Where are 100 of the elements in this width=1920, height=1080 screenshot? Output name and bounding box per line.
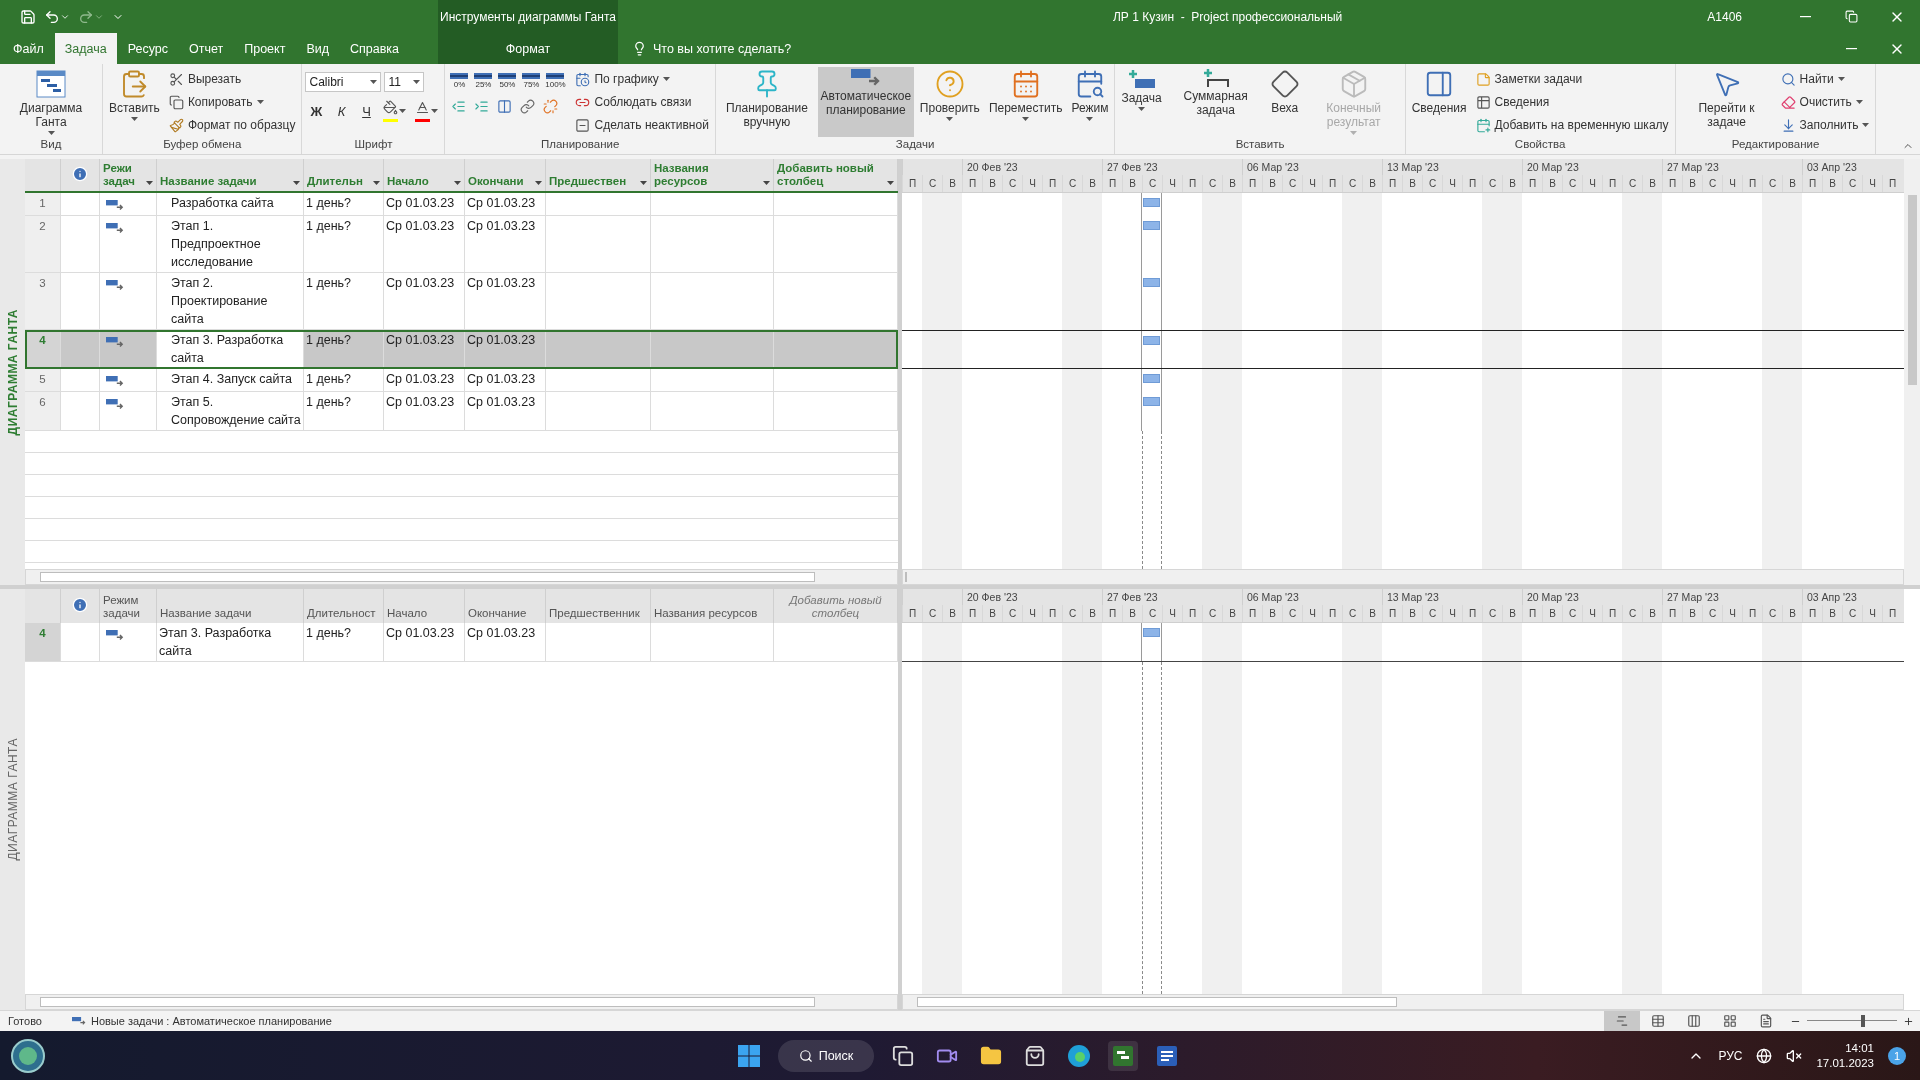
column-header[interactable]: Добавить новый столбец: [777, 162, 885, 188]
ribbon-button[interactable]: По графику: [572, 68, 712, 90]
column-header[interactable]: Окончани: [468, 175, 524, 188]
minimize-icon: [1845, 47, 1857, 50]
percent-complete-button[interactable]: 25%: [472, 72, 495, 89]
search-field[interactable]: Поиск: [778, 1039, 874, 1072]
day-label: С: [1142, 605, 1162, 622]
column-header[interactable]: Предшествен: [549, 175, 627, 188]
ribbon-button[interactable]: Сведения: [1472, 91, 1672, 113]
tell-me-field[interactable]: Что вы хотите сделать?: [632, 33, 1828, 64]
horizontal-scrollbar[interactable]: [902, 569, 1904, 585]
horizontal-scrollbar[interactable]: [902, 994, 1904, 1010]
language-indicator[interactable]: РУС: [1718, 1048, 1743, 1063]
font-field[interactable]: Calibri: [305, 72, 382, 92]
ribbon-button[interactable]: Заполнить: [1777, 114, 1873, 136]
column-header[interactable]: Начало: [387, 175, 429, 188]
schedule-mode[interactable]: Новые задачи : Автоматическое планирование: [71, 1015, 332, 1027]
ribbon-button[interactable]: Перейти к задаче: [1678, 67, 1775, 137]
day-label: Ч: [1862, 175, 1882, 192]
format-button[interactable]: Ж: [305, 100, 328, 122]
zoom-in-icon[interactable]: [1903, 1015, 1914, 1027]
day-label: С: [922, 605, 942, 622]
day-label: Ч: [1162, 605, 1182, 622]
clock[interactable]: 14:01 17.01.2023: [1816, 1040, 1874, 1071]
filter-arrow-icon[interactable]: [454, 181, 461, 185]
column-header[interactable]: Окончание: [468, 607, 527, 620]
filter-arrow-icon[interactable]: [887, 181, 894, 185]
vertical-scrollbar[interactable]: [1904, 159, 1920, 585]
ribbon-button[interactable]: Сделать неактивной: [572, 114, 712, 136]
ribbon-tab[interactable]: Проект: [234, 33, 296, 64]
volume-icon[interactable]: [1786, 1047, 1803, 1064]
ribbon-button[interactable]: Соблюдать связи: [572, 91, 712, 113]
percent-complete-button[interactable]: 100%: [544, 72, 567, 89]
ribbon-tab[interactable]: Справка: [340, 33, 410, 64]
column-header[interactable]: Предшественник: [549, 607, 640, 620]
percent-complete-button[interactable]: 75%: [520, 72, 543, 89]
ribbon-tab[interactable]: Ресурс: [117, 33, 178, 64]
day-label: П: [1882, 605, 1902, 622]
day-label: С: [1202, 175, 1222, 192]
column-header[interactable]: Режи задач: [103, 162, 144, 188]
format-button[interactable]: Ч: [355, 100, 378, 122]
filter-arrow-icon[interactable]: [763, 181, 770, 185]
selected-row[interactable]: 4 Этап 3. Разработка сайта 1 день? Ср 01.03.23 Ср 01.03.23: [25, 330, 898, 369]
ribbon-tab[interactable]: Вид: [296, 33, 340, 64]
ribbon-tab[interactable]: Задача: [54, 33, 117, 64]
ribbon-button[interactable]: Заметки задачи: [1472, 68, 1672, 90]
ribbon-tab[interactable]: Отчет: [179, 33, 234, 64]
column-header[interactable]: Длительн: [307, 175, 363, 188]
ribbon-button[interactable]: Веха: [1266, 67, 1303, 137]
ribbon-button[interactable]: Задача: [1118, 67, 1165, 137]
font-field[interactable]: 11: [384, 72, 425, 92]
ribbon-button[interactable]: Вырезать: [165, 68, 299, 90]
column-header[interactable]: Режим задачи: [103, 594, 153, 620]
column-header[interactable]: Начало: [387, 607, 428, 620]
project-app-button[interactable]: [1108, 1040, 1138, 1071]
filter-arrow-icon[interactable]: [146, 181, 153, 185]
ribbon-button[interactable]: Суммарная задача: [1167, 67, 1264, 137]
format-button[interactable]: К: [330, 100, 353, 122]
column-header[interactable]: Название задачи: [160, 607, 252, 620]
ribbon-button[interactable]: Планирование вручную: [718, 67, 815, 137]
minimize-icon: [1799, 15, 1811, 18]
filter-arrow-icon[interactable]: [535, 181, 542, 185]
filter-arrow-icon[interactable]: [640, 181, 647, 185]
grid-icon: [1723, 1014, 1737, 1028]
ribbon-button[interactable]: Добавить на временную шкалу: [1472, 114, 1672, 136]
window-title: ЛР 1 Кузин - Project профессиональный: [1112, 9, 1343, 24]
ribbon-button[interactable]: Диаграмма Ганта: [3, 67, 99, 137]
ribbon-button[interactable]: Копировать: [165, 91, 299, 113]
column-header[interactable]: Названия ресурсов: [654, 162, 761, 188]
column-header[interactable]: Длительност: [307, 607, 376, 620]
ribbon-button[interactable]: Переместить: [985, 67, 1066, 137]
ribbon-button[interactable]: Проверить: [916, 67, 983, 137]
horizontal-scrollbar[interactable]: [25, 569, 898, 585]
ribbon-button[interactable]: Автоматическое планирование: [817, 67, 914, 137]
ribbon-tab[interactable]: Формат: [438, 33, 618, 64]
ribbon-button[interactable]: Очистить: [1777, 91, 1873, 113]
day-label: В: [1222, 175, 1242, 192]
undo-icon[interactable]: [44, 8, 60, 25]
redo-icon[interactable]: [78, 8, 94, 25]
widget-icon[interactable]: [10, 1037, 46, 1074]
ribbon-button[interactable]: Формат по образцу: [165, 114, 299, 136]
ribbon-button[interactable]: Сведения: [1408, 67, 1470, 137]
row-number: 2: [25, 216, 61, 273]
week-label: 20 Фев '23: [962, 589, 1102, 605]
calendar-add-icon: [1475, 117, 1491, 133]
percent-complete-button[interactable]: 0%: [448, 72, 471, 89]
ribbon-button[interactable]: Режим: [1068, 67, 1112, 137]
filter-arrow-icon[interactable]: [293, 181, 300, 185]
column-header[interactable]: Добавить новый столбец: [777, 594, 894, 620]
horizontal-scrollbar[interactable]: [25, 994, 898, 1010]
network-icon[interactable]: [1756, 1047, 1773, 1064]
save-icon[interactable]: [20, 8, 36, 25]
column-header[interactable]: Названия ресурсов: [654, 607, 758, 620]
ribbon-tab[interactable]: Файл: [3, 33, 54, 64]
column-header[interactable]: Название задачи: [160, 175, 257, 188]
percent-complete-button[interactable]: 50%: [496, 72, 519, 89]
user-name[interactable]: A1406: [1707, 0, 1742, 33]
filter-arrow-icon[interactable]: [373, 181, 380, 185]
ribbon-button[interactable]: Вставить: [106, 67, 163, 137]
ribbon-button[interactable]: Найти: [1777, 68, 1873, 90]
